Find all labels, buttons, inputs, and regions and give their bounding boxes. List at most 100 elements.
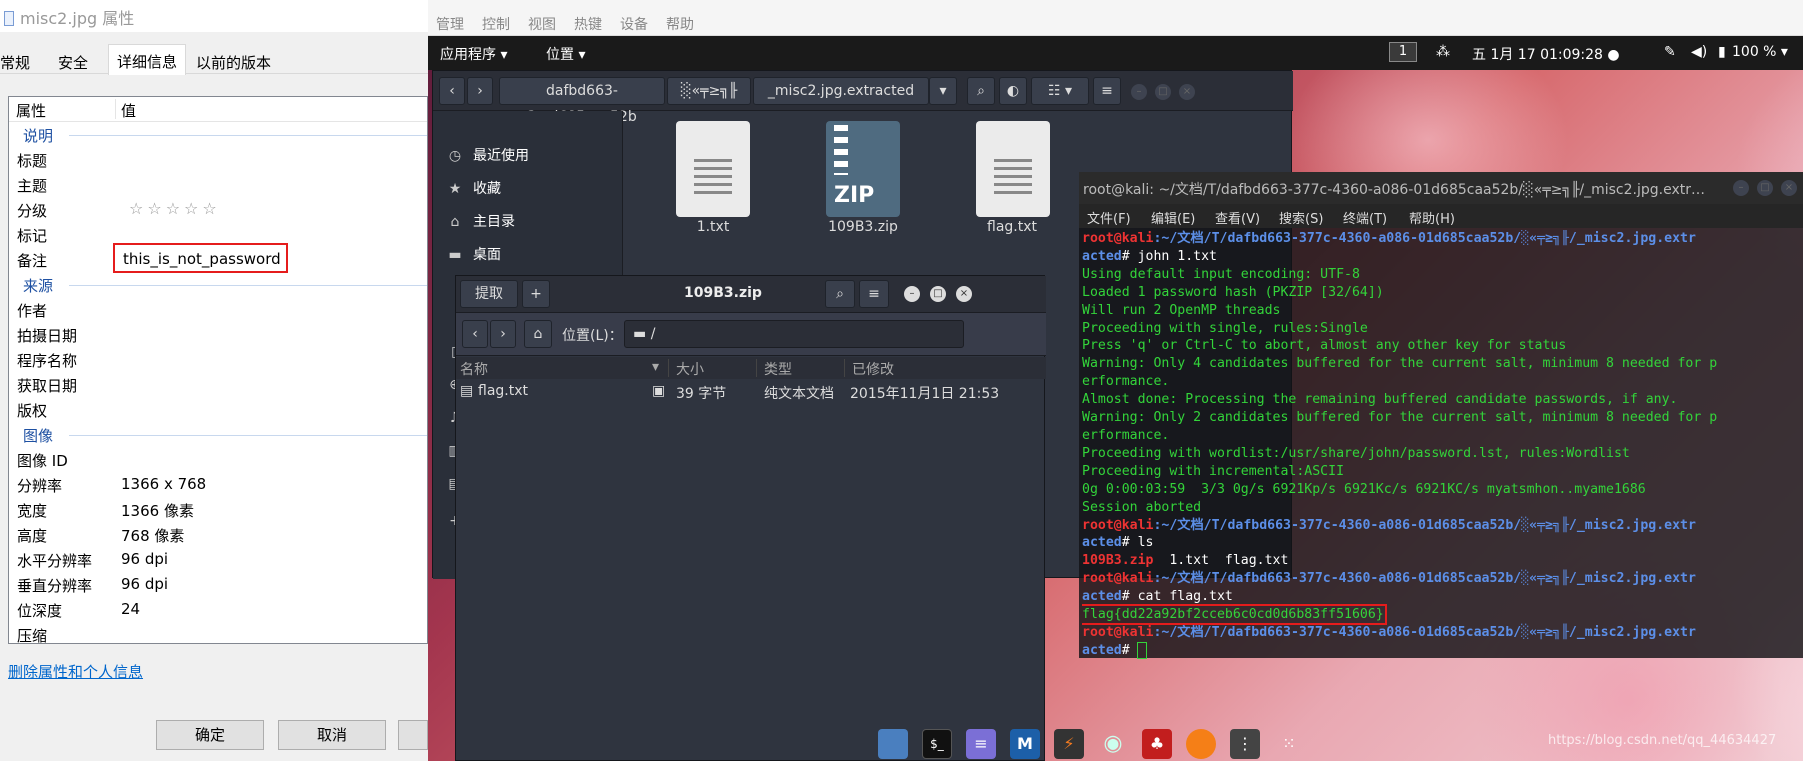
view-options-button[interactable]: ☷ ▾ bbox=[1031, 77, 1089, 105]
width-value: 1366 像素 bbox=[121, 502, 194, 520]
archive-manager-window: 提取 + 109B3.zip ⌕ ≡ – □ × ‹ › ⌂ 位置(L)： ▬ … bbox=[455, 275, 1046, 761]
rating-stars[interactable]: ☆☆☆☆☆ bbox=[129, 199, 221, 218]
maximize-icon[interactable]: □ bbox=[1757, 180, 1773, 196]
forward-button[interactable]: › bbox=[467, 77, 493, 105]
workspace-indicator[interactable]: 1 bbox=[1389, 42, 1417, 62]
file-label[interactable]: flag.txt bbox=[945, 219, 1037, 235]
menu-hotkeys[interactable]: 热键 bbox=[574, 14, 602, 34]
tab-security[interactable]: 安全 bbox=[58, 52, 88, 73]
text-editor-icon[interactable]: ≡ bbox=[966, 729, 996, 759]
hamburger-menu-icon[interactable]: ≡ bbox=[859, 280, 889, 308]
close-icon[interactable]: × bbox=[1179, 84, 1195, 100]
eye-icon[interactable]: ◉ bbox=[1098, 729, 1128, 759]
folder-icon: ▬ bbox=[633, 326, 651, 342]
extract-button[interactable]: 提取 bbox=[460, 280, 518, 308]
cancel-button[interactable]: 取消 bbox=[278, 720, 386, 750]
file-label[interactable]: 1.txt bbox=[653, 219, 773, 235]
menu-view[interactable]: 查看(V) bbox=[1215, 208, 1260, 227]
places-menu[interactable]: 位置 ▾ bbox=[546, 44, 585, 64]
column-name[interactable]: 名称 bbox=[460, 359, 488, 379]
file-lines bbox=[694, 159, 732, 199]
close-icon[interactable]: × bbox=[1781, 180, 1797, 196]
file-label[interactable]: 109B3.zip bbox=[803, 219, 923, 235]
clock[interactable]: 五 1月 17 01:09:28 ● bbox=[1472, 44, 1620, 64]
maximize-icon[interactable]: □ bbox=[930, 286, 946, 302]
menu-terminal[interactable]: 终端(T) bbox=[1343, 208, 1387, 227]
text-file-icon[interactable] bbox=[976, 121, 1050, 217]
menu-file[interactable]: 文件(F) bbox=[1087, 208, 1131, 227]
search-icon[interactable]: ⌕ bbox=[967, 77, 995, 105]
terminal-titlebar: root@kali: ~/文档/T/dafbd663-377c-4360-a08… bbox=[1079, 172, 1803, 204]
applications-menu[interactable]: 应用程序 ▾ bbox=[440, 44, 507, 64]
breadcrumb-current[interactable]: _misc2.jpg.extracted bbox=[753, 77, 929, 105]
text-file-icon[interactable] bbox=[676, 121, 750, 217]
search-icon[interactable]: ⌕ bbox=[825, 280, 855, 308]
app-icon[interactable]: ⋮ bbox=[1230, 729, 1260, 759]
minimize-icon[interactable]: – bbox=[1131, 84, 1147, 100]
tab-previous-versions[interactable]: 以前的版本 bbox=[196, 52, 271, 73]
forward-button[interactable]: › bbox=[490, 320, 516, 348]
prop-hres: 水平分辨率 bbox=[17, 552, 93, 570]
vres-value: 96 dpi bbox=[121, 575, 169, 593]
location-field[interactable]: ▬ / bbox=[624, 320, 964, 348]
column-type[interactable]: 类型 bbox=[764, 359, 792, 379]
location-toolbar: ‹ › ⌂ 位置(L)： ▬ / bbox=[456, 312, 1046, 356]
burpsuite-icon[interactable]: ⚡ bbox=[1054, 729, 1084, 759]
details-list[interactable]: 属性 值 说明 标题 主题 分级 ☆☆☆☆☆ 标记 备注 this_is_not… bbox=[8, 96, 428, 644]
menu-search[interactable]: 搜索(S) bbox=[1279, 208, 1323, 227]
menu-help[interactable]: 帮助 bbox=[666, 14, 694, 34]
prompt-path: :~/文档/T/dafbd663-377c-4360-a086-01d685ca… bbox=[1153, 231, 1696, 246]
battery-status[interactable]: 100 % ▾ bbox=[1732, 44, 1788, 60]
add-button[interactable]: + bbox=[522, 280, 550, 308]
files-icon[interactable] bbox=[878, 729, 908, 759]
hamburger-menu-icon[interactable]: ≡ bbox=[1093, 77, 1121, 105]
gnome-topbar: 应用程序 ▾ 位置 ▾ 1 ⁂ 五 1月 17 01:09:28 ● ✎ ◀) … bbox=[428, 36, 1803, 70]
output-line: erformance. bbox=[1082, 427, 1170, 443]
menu-view[interactable]: 视图 bbox=[528, 14, 556, 34]
menu-edit[interactable]: 编辑(E) bbox=[1151, 208, 1195, 227]
apply-button[interactable] bbox=[398, 720, 428, 750]
sidebar-item-starred[interactable]: ★ 收藏 bbox=[447, 178, 501, 198]
bit-depth-value: 24 bbox=[121, 600, 141, 618]
tab-general[interactable]: 常规 bbox=[0, 52, 30, 73]
back-button[interactable]: ‹ bbox=[439, 77, 465, 105]
home-icon[interactable]: ⌂ bbox=[524, 320, 552, 348]
remove-properties-link[interactable]: 删除属性和个人信息 bbox=[8, 661, 143, 682]
back-button[interactable]: ‹ bbox=[462, 320, 488, 348]
output-line: Will run 2 OpenMP threads bbox=[1082, 302, 1281, 318]
breadcrumb-segment[interactable]: dafbd663-3...d685caa52b bbox=[499, 77, 665, 125]
terminal-icon[interactable]: $_ bbox=[922, 729, 952, 759]
menu-devices[interactable]: 设备 bbox=[620, 14, 648, 34]
sidebar-item-desktop[interactable]: ▬ 桌面 bbox=[447, 244, 501, 264]
zip-file-icon[interactable]: ZIP bbox=[826, 121, 900, 217]
file-lines bbox=[994, 159, 1032, 199]
menu-help[interactable]: 帮助(H) bbox=[1409, 208, 1455, 227]
cherrytree-icon[interactable]: ♣ bbox=[1142, 729, 1172, 759]
maximize-icon[interactable]: □ bbox=[1155, 84, 1171, 100]
sidebar-item-home[interactable]: ⌂ 主目录 bbox=[447, 211, 515, 231]
menu-manage[interactable]: 管理 bbox=[436, 14, 464, 34]
terminal-output[interactable]: root@kali:~/文档/T/dafbd663-377c-4360-a086… bbox=[1082, 230, 1802, 660]
highlight-box bbox=[113, 243, 288, 273]
close-icon[interactable]: × bbox=[956, 286, 972, 302]
column-size[interactable]: 大小 bbox=[676, 359, 704, 379]
prop-copyright: 版权 bbox=[17, 402, 48, 420]
volume-icon[interactable]: ◀) bbox=[1691, 44, 1707, 60]
firefox-icon[interactable] bbox=[1186, 729, 1216, 759]
metasploit-icon[interactable]: M bbox=[1010, 729, 1040, 759]
header-property[interactable]: 属性 bbox=[16, 100, 46, 121]
chevron-down-icon[interactable]: ▾ bbox=[929, 77, 957, 105]
tab-details[interactable]: 详细信息 bbox=[108, 44, 187, 75]
ok-button[interactable]: 确定 bbox=[156, 720, 264, 750]
menu-control[interactable]: 控制 bbox=[482, 14, 510, 34]
column-modified[interactable]: 已修改 bbox=[852, 359, 894, 379]
sidebar-item-recent[interactable]: ◷ 最近使用 bbox=[447, 145, 529, 165]
header-value[interactable]: 值 bbox=[121, 100, 136, 121]
prop-compression: 压缩 bbox=[17, 627, 48, 644]
output-line: erformance. bbox=[1082, 374, 1170, 390]
minimize-icon[interactable]: – bbox=[904, 286, 920, 302]
table-row[interactable]: ▤ flag.txt ▣ 39 字节 纯文本文档 2015年11月1日 21:5… bbox=[456, 380, 1046, 404]
breadcrumb-segment[interactable]: ░«╤≥╗╟ bbox=[667, 77, 751, 105]
minimize-icon[interactable]: – bbox=[1733, 180, 1749, 196]
app-grid-icon[interactable]: ⁙ bbox=[1274, 729, 1304, 759]
